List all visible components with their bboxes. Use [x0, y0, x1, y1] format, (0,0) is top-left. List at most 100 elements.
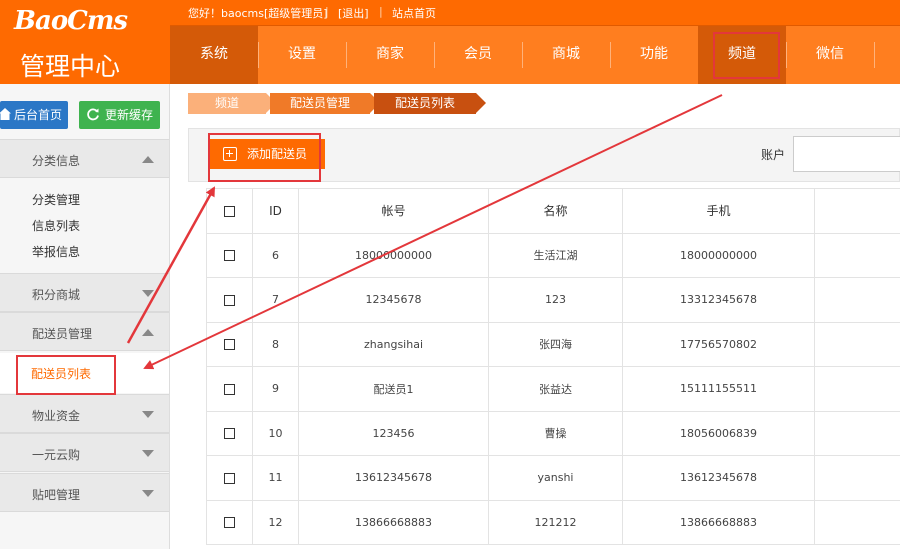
cell-name: 张益达 [488, 366, 623, 412]
cell-id: 12 [252, 499, 299, 545]
refresh-icon [87, 108, 99, 121]
cell-phone: 15111155511 [622, 366, 815, 412]
refresh-cache-button[interactable]: 更新缓存 [79, 101, 160, 129]
cell-id: 6 [252, 232, 299, 278]
row-checkbox[interactable] [224, 472, 235, 484]
sidebar-group-label: 分类信息 [32, 154, 81, 168]
breadcrumb-label: 频道 [214, 96, 239, 110]
table-row: 9 配送员1 张益达 15111155511 [206, 366, 900, 412]
nav-item-merchants[interactable]: 商家 [346, 26, 434, 84]
row-checkbox[interactable] [224, 250, 235, 262]
select-all-checkbox[interactable] [224, 205, 235, 217]
cell-id: 9 [252, 366, 299, 412]
breadcrumb-arrow [476, 93, 486, 113]
logo-subtitle: 管理中心 [20, 52, 121, 81]
sidebar-group-label: 积分商城 [32, 288, 81, 302]
account-filter-input[interactable] [793, 136, 900, 172]
site-home-link[interactable]: 站点首页 [392, 5, 436, 21]
cell-account-link[interactable]: 13866668883 [298, 499, 489, 545]
account-filter-label: 账户 [761, 148, 786, 162]
nav-divider [874, 42, 875, 68]
row-checkbox[interactable] [224, 294, 235, 306]
annotation-box-add-button [208, 133, 321, 182]
row-checkbox[interactable] [224, 428, 235, 440]
row-checkbox[interactable] [224, 517, 235, 529]
cell-id: 10 [252, 410, 299, 456]
breadcrumb-item-courier-list: 配送员列表 [374, 93, 486, 114]
greeting-text: 您好！baocms[超级管理员] [188, 7, 328, 20]
cell-actions [814, 366, 900, 412]
cell-phone: 17756570802 [622, 321, 815, 367]
cell-name: 张四海 [488, 321, 623, 367]
nav-item-system[interactable]: 系统 [170, 26, 258, 84]
sidebar-group-courier[interactable]: 配送员管理 [0, 312, 169, 351]
cell-id: 8 [252, 321, 299, 367]
sidebar-group-property-funds[interactable]: 物业资金 [0, 394, 169, 433]
breadcrumb-item-channel[interactable]: 频道 [188, 93, 276, 114]
column-header-id: ID [252, 188, 299, 234]
logo[interactable]: BaoCms 管理中心 [0, 0, 170, 84]
column-header-actions [814, 188, 900, 234]
home-icon [0, 108, 11, 120]
sidebar-group-forum[interactable]: 贴吧管理 [0, 473, 169, 512]
table-row: 7 12345678 123 13312345678 [206, 277, 900, 323]
sidebar-group-label: 贴吧管理 [32, 488, 81, 502]
cell-id: 7 [252, 277, 299, 323]
separator: | [325, 5, 329, 18]
sidebar-group-one-yuan[interactable]: 一元云购 [0, 433, 169, 472]
chevron-up-icon [142, 156, 154, 163]
sidebar-group-label: 配送员管理 [32, 327, 93, 341]
cell-account-link[interactable]: 13612345678 [298, 455, 489, 501]
dashboard-home-button[interactable]: 后台首页 [0, 101, 68, 129]
row-checkbox[interactable] [224, 383, 235, 395]
column-header-name: 名称 [488, 188, 623, 234]
annotation-box-channel [713, 32, 780, 79]
table-header-row: ID 帐号 名称 手机 [206, 188, 900, 234]
top-bar: 您好！baocms[超级管理员] | [退出] | 站点首页 [170, 0, 900, 25]
sidebar-item-info-list[interactable]: 信息列表 [32, 217, 80, 234]
chevron-down-icon [142, 411, 154, 418]
chevron-up-icon [142, 329, 154, 336]
row-checkbox[interactable] [224, 339, 235, 351]
nav-item-mall[interactable]: 商城 [522, 26, 610, 84]
chevron-down-icon [142, 450, 154, 457]
main-nav: 系统 设置 商家 会员 商城 功能 频道 微信 [170, 25, 900, 84]
sidebar: 后台首页 更新缓存 分类信息 分类管理 信息列表 举报信息 积分商城 配送员管理… [0, 84, 170, 549]
courier-table: ID 帐号 名称 手机 6 18000000000 生活江湖 180000000… [206, 188, 900, 545]
logout-link[interactable]: [退出] [338, 5, 369, 21]
cell-name: 121212 [488, 499, 623, 545]
refresh-cache-label: 更新缓存 [105, 108, 154, 122]
sidebar-group-points-mall[interactable]: 积分商城 [0, 273, 169, 312]
cell-phone: 13312345678 [622, 277, 815, 323]
cell-name: yanshi [488, 455, 623, 501]
cell-phone: 18056006839 [622, 410, 815, 456]
logo-brand: BaoCms [14, 6, 128, 36]
chevron-down-icon [142, 290, 154, 297]
nav-item-wechat[interactable]: 微信 [786, 26, 874, 84]
cell-actions [814, 499, 900, 545]
cell-actions [814, 455, 900, 501]
breadcrumb-item-courier-manage[interactable]: 配送员管理 [270, 93, 380, 114]
cell-phone: 13866668883 [622, 499, 815, 545]
cell-account-link[interactable]: zhangsihai [298, 321, 489, 367]
sidebar-item-category-manage[interactable]: 分类管理 [32, 191, 80, 208]
nav-item-members[interactable]: 会员 [434, 26, 522, 84]
chevron-down-icon [142, 490, 154, 497]
breadcrumb-label: 配送员列表 [394, 96, 455, 110]
cell-account-link[interactable]: 12345678 [298, 277, 489, 323]
column-header-phone: 手机 [622, 188, 815, 234]
nav-item-settings[interactable]: 设置 [258, 26, 346, 84]
cell-actions [814, 277, 900, 323]
sidebar-item-reports[interactable]: 举报信息 [32, 243, 80, 260]
sidebar-group-label: 一元云购 [32, 448, 81, 462]
column-header-account: 帐号 [298, 188, 489, 234]
sidebar-group-classified[interactable]: 分类信息 [0, 139, 169, 178]
nav-item-features[interactable]: 功能 [610, 26, 698, 84]
cell-actions [814, 410, 900, 456]
cell-name: 曹操 [488, 410, 623, 456]
select-all-cell[interactable] [206, 188, 253, 234]
table-row: 12 13866668883 121212 13866668883 [206, 499, 900, 545]
cell-account-link[interactable]: 123456 [298, 410, 489, 456]
cell-account-link[interactable]: 18000000000 [298, 232, 489, 278]
cell-account-link[interactable]: 配送员1 [298, 366, 489, 412]
